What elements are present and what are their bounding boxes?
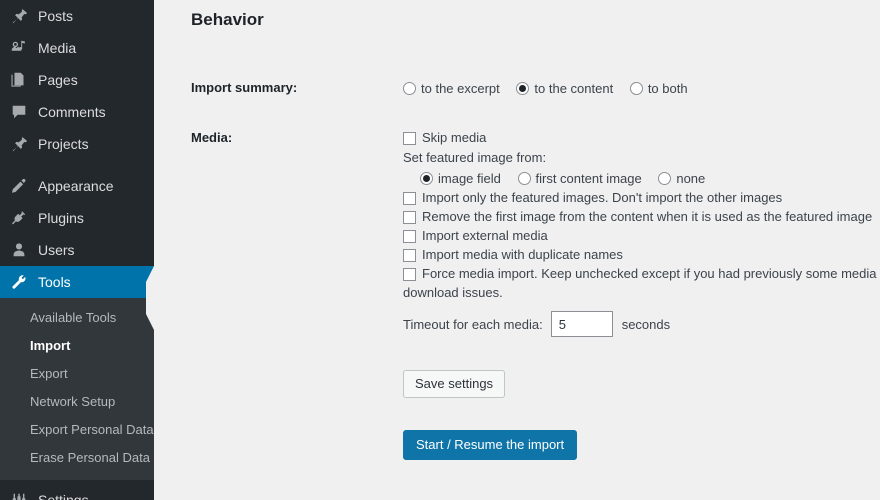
radio-none[interactable] bbox=[658, 172, 672, 186]
wrench-icon bbox=[9, 272, 29, 292]
user-icon bbox=[9, 240, 29, 260]
radio-label: to the content bbox=[534, 81, 614, 97]
comment-bubble-icon bbox=[9, 102, 29, 122]
submenu-item-erase-personal-data[interactable]: Erase Personal Data bbox=[0, 444, 154, 472]
checkbox-skip-media[interactable] bbox=[403, 132, 416, 146]
sidebar-divider bbox=[0, 160, 154, 170]
timeout-row: Timeout for each media: seconds bbox=[403, 311, 880, 338]
checkbox-label: Force media import. Keep unchecked excep… bbox=[403, 266, 877, 301]
submenu-item-network-setup[interactable]: Network Setup bbox=[0, 388, 154, 416]
plug-icon bbox=[9, 208, 29, 228]
paintbrush-icon bbox=[9, 176, 29, 196]
checkbox-label: Remove the first image from the content … bbox=[422, 209, 873, 225]
sidebar-item-label: Settings bbox=[38, 492, 89, 500]
sidebar-item-label: Users bbox=[38, 242, 75, 258]
import-summary-label: Import summary: bbox=[191, 80, 298, 95]
sliders-icon bbox=[9, 490, 29, 500]
checkbox-import-only-featured[interactable] bbox=[403, 192, 416, 206]
sidebar-item-label: Plugins bbox=[38, 210, 84, 226]
radio-option-to-the-content[interactable]: to the content bbox=[516, 78, 613, 98]
set-featured-image-from-label: Set featured image from: bbox=[403, 150, 547, 166]
checkbox-option-import-external-media[interactable]: Import external media bbox=[403, 226, 880, 245]
radio-label: none bbox=[676, 171, 706, 187]
radio-option-first-content-image[interactable]: first content image bbox=[517, 168, 642, 188]
sidebar-item-label: Posts bbox=[38, 8, 74, 24]
submenu-item-export-personal-data[interactable]: Export Personal Data bbox=[0, 416, 154, 444]
behavior-settings-form: Import summary: to the excerpt to the co… bbox=[191, 78, 880, 461]
tools-submenu: Available Tools Import Export Network Se… bbox=[0, 298, 154, 480]
checkbox-option-remove-first-image[interactable]: Remove the first image from the content … bbox=[403, 207, 880, 226]
timeout-input[interactable] bbox=[550, 311, 613, 338]
sidebar-item-plugins[interactable]: Plugins bbox=[0, 202, 154, 234]
submenu-item-available-tools[interactable]: Available Tools bbox=[0, 304, 154, 332]
checkbox-label: Import only the featured images. Don't i… bbox=[422, 190, 783, 206]
import-summary-options: to the excerpt to the content to both bbox=[403, 78, 880, 98]
media-label: Media: bbox=[191, 130, 233, 146]
admin-sidebar: Posts Media Pages Comments Projects Appe… bbox=[0, 0, 154, 500]
radio-label: to both bbox=[647, 81, 688, 97]
checkbox-label: Import external media bbox=[422, 228, 548, 244]
save-settings-row: Save settings bbox=[403, 337, 880, 399]
submenu-item-import[interactable]: Import bbox=[0, 332, 154, 360]
media-options: Skip media Set featured image from: imag… bbox=[403, 128, 880, 461]
sidebar-item-label: Media bbox=[38, 40, 77, 56]
timeout-label: Timeout for each media: bbox=[403, 316, 543, 332]
radio-label: to the excerpt bbox=[421, 81, 500, 97]
checkbox-remove-first-image[interactable] bbox=[403, 211, 416, 225]
sidebar-item-appearance[interactable]: Appearance bbox=[0, 170, 154, 202]
sidebar-item-posts[interactable]: Posts bbox=[0, 0, 154, 32]
checkbox-import-duplicate-names[interactable] bbox=[403, 249, 416, 263]
radio-to-the-excerpt[interactable] bbox=[403, 82, 416, 95]
sidebar-item-settings[interactable]: Settings bbox=[0, 484, 154, 500]
sidebar-item-media[interactable]: Media bbox=[0, 32, 154, 64]
sidebar-item-label: Comments bbox=[38, 104, 106, 120]
radio-label: first content image bbox=[535, 171, 642, 187]
current-menu-arrow-icon bbox=[146, 266, 154, 330]
page-title: Behavior bbox=[191, 10, 264, 29]
radio-option-image-field[interactable]: image field bbox=[420, 168, 501, 188]
sidebar-item-pages[interactable]: Pages bbox=[0, 64, 154, 96]
radio-option-to-both[interactable]: to both bbox=[629, 78, 688, 98]
import-summary-row: Import summary: to the excerpt to the co… bbox=[191, 78, 880, 98]
start-import-row: Start / Resume the import bbox=[403, 398, 880, 461]
checkbox-option-skip-media[interactable]: Skip media bbox=[403, 128, 880, 147]
timeout-unit-label: seconds bbox=[621, 316, 671, 332]
radio-to-both[interactable] bbox=[629, 82, 643, 95]
checkbox-option-force-media-import[interactable]: Force media import. Keep unchecked excep… bbox=[403, 264, 880, 302]
featured-image-source-options: image field first content image none bbox=[420, 168, 880, 188]
checkbox-option-import-duplicate-names[interactable]: Import media with duplicate names bbox=[403, 245, 880, 264]
radio-to-the-content[interactable] bbox=[516, 82, 530, 95]
media-icon bbox=[9, 38, 29, 58]
save-settings-button[interactable]: Save settings bbox=[403, 370, 506, 399]
radio-label: image field bbox=[438, 171, 501, 187]
sidebar-item-label: Tools bbox=[38, 274, 71, 290]
wordpress-admin-screen: Posts Media Pages Comments Projects Appe… bbox=[0, 0, 880, 500]
checkbox-option-import-only-featured[interactable]: Import only the featured images. Don't i… bbox=[403, 188, 880, 207]
submenu-item-export[interactable]: Export bbox=[0, 360, 154, 388]
checkbox-force-media-import[interactable] bbox=[403, 268, 416, 282]
radio-first-content-image[interactable] bbox=[517, 172, 531, 186]
sidebar-item-projects[interactable]: Projects bbox=[0, 128, 154, 160]
checkbox-label: Skip media bbox=[422, 130, 487, 146]
radio-option-to-the-excerpt[interactable]: to the excerpt bbox=[403, 78, 500, 98]
radio-option-none[interactable]: none bbox=[658, 168, 705, 188]
radio-image-field[interactable] bbox=[420, 172, 433, 186]
pages-icon bbox=[9, 70, 29, 90]
sidebar-item-tools[interactable]: Tools bbox=[0, 266, 154, 330]
sidebar-item-label: Pages bbox=[38, 72, 78, 88]
main-content: Behavior Import summary: to the excerpt … bbox=[154, 0, 880, 500]
sidebar-item-label: Projects bbox=[38, 136, 89, 152]
sidebar-item-label: Appearance bbox=[38, 178, 114, 194]
checkbox-label: Import media with duplicate names bbox=[422, 247, 623, 263]
sidebar-item-users[interactable]: Users bbox=[0, 234, 154, 266]
media-row: Media: Skip media Set featured image fro… bbox=[191, 128, 880, 461]
pushpin-icon bbox=[9, 134, 29, 154]
sidebar-item-comments[interactable]: Comments bbox=[0, 96, 154, 128]
checkbox-import-external-media[interactable] bbox=[403, 230, 416, 244]
pushpin-icon bbox=[9, 6, 29, 26]
start-resume-import-button[interactable]: Start / Resume the import bbox=[403, 430, 578, 461]
